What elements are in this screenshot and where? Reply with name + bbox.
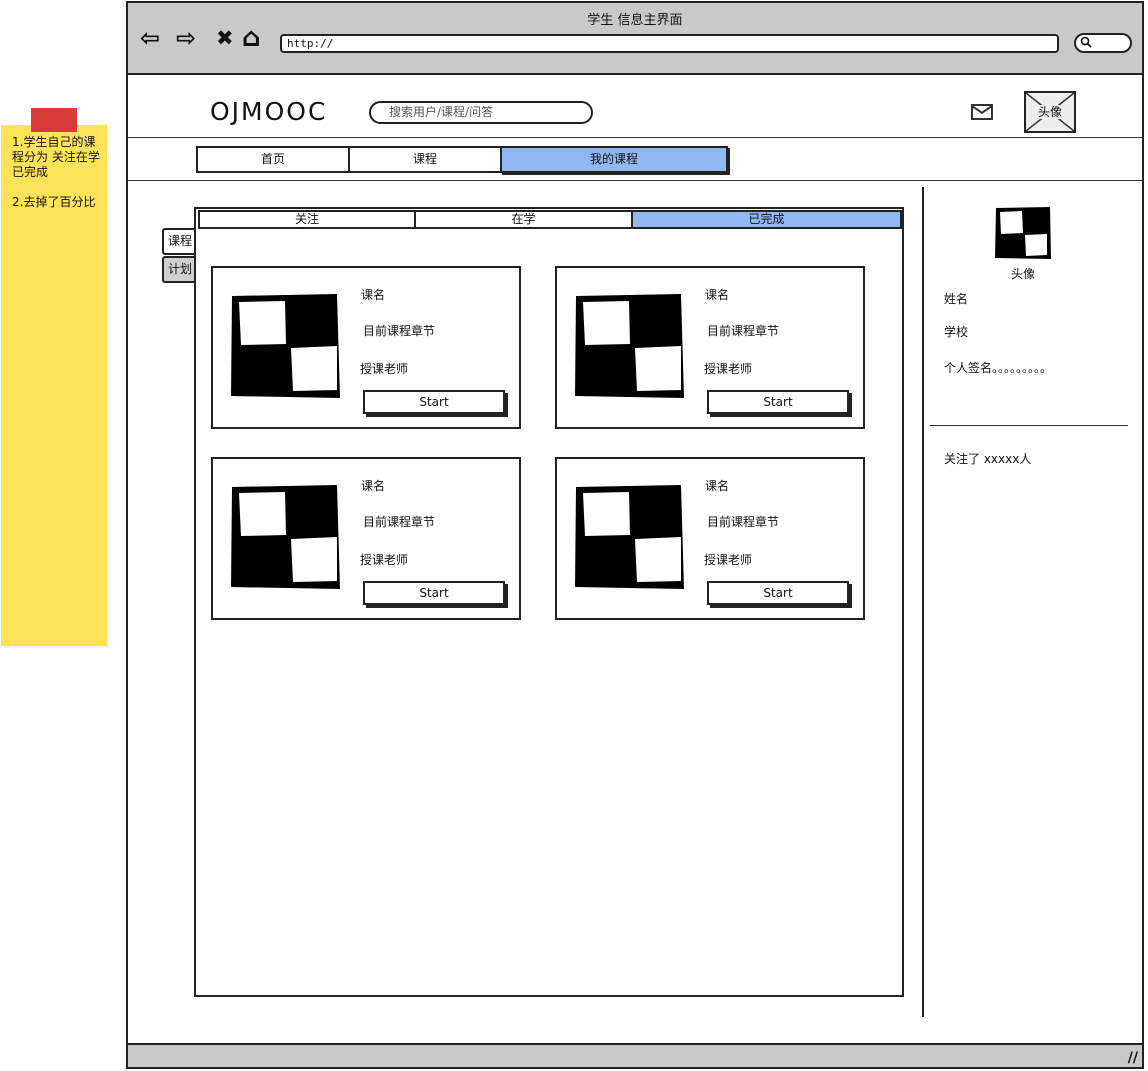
profile-following-count[interactable]: 关注了 xxxxx人: [944, 450, 1031, 467]
profile-school: 学校: [944, 325, 969, 339]
browser-titlebar: 学生 信息主界面 ⇦ ⇨ ✖ ⌂ http://: [128, 3, 1142, 75]
course-teacher: 授课老师: [704, 362, 753, 376]
sidebar-divider: [922, 187, 924, 1017]
course-card[interactable]: 课名 目前课程章节 授课老师 Start: [211, 266, 521, 429]
forward-arrow-icon[interactable]: ⇨: [176, 25, 196, 51]
browser-statusbar: //: [128, 1043, 1142, 1067]
browser-search-box[interactable]: [1074, 33, 1132, 53]
course-image-icon: [231, 294, 340, 398]
app-logo[interactable]: OJMOOC: [210, 97, 327, 126]
header-avatar-label: 头像: [1037, 105, 1062, 119]
site-search-input[interactable]: 搜索用户/课程/问答: [369, 101, 593, 124]
course-card[interactable]: 课名 目前课程章节 授课老师 Start: [555, 457, 865, 620]
course-teacher: 授课老师: [360, 553, 409, 567]
subtab-following[interactable]: 关注: [198, 210, 416, 229]
course-chapter: 目前课程章节: [707, 515, 780, 529]
course-card[interactable]: 课名 目前课程章节 授课老师 Start: [555, 266, 865, 429]
tab-courses[interactable]: 课程: [348, 146, 502, 173]
course-chapter: 目前课程章节: [363, 324, 436, 338]
resize-grip-icon[interactable]: //: [1128, 1050, 1138, 1066]
course-panel: 关注 在学 已完成 课名 目前课程章节 授课老师 Start 课名 目前课程章节: [194, 207, 904, 997]
profile-divider: [930, 425, 1128, 426]
profile-avatar-label: 头像: [1011, 267, 1036, 281]
course-chapter: 目前课程章节: [707, 324, 780, 338]
window-title: 学生 信息主界面: [587, 13, 683, 28]
side-tab-courses[interactable]: 课程: [162, 228, 195, 255]
course-name: 课名: [705, 288, 730, 302]
course-chapter: 目前课程章节: [363, 515, 436, 529]
course-teacher: 授课老师: [704, 553, 753, 567]
course-image-icon: [575, 485, 684, 589]
sticky-note-text: 1.学生自己的课程分为 关注在学 已完成 2.去掉了百分比: [12, 135, 100, 209]
stop-icon[interactable]: ✖: [216, 25, 234, 51]
home-icon[interactable]: ⌂: [242, 25, 261, 51]
course-image-icon: [575, 294, 684, 398]
profile-name: 姓名: [944, 292, 969, 306]
profile-avatar-icon[interactable]: [994, 206, 1052, 260]
header-divider: [128, 137, 1144, 138]
course-card[interactable]: 课名 目前课程章节 授课老师 Start: [211, 457, 521, 620]
back-arrow-icon[interactable]: ⇦: [140, 25, 160, 51]
course-name: 课名: [361, 479, 386, 493]
start-button[interactable]: Start: [363, 390, 505, 414]
side-tab-plan[interactable]: 计划: [162, 256, 195, 283]
start-button[interactable]: Start: [707, 390, 849, 414]
course-image-icon: [231, 485, 340, 589]
course-teacher: 授课老师: [360, 362, 409, 376]
subtab-studying[interactable]: 在学: [414, 210, 633, 229]
header-avatar[interactable]: 头像: [1024, 91, 1076, 133]
course-name: 课名: [361, 288, 386, 302]
mail-icon[interactable]: [971, 104, 993, 120]
profile-signature: 个人签名。。。。。。。。。: [944, 361, 1053, 375]
tab-home[interactable]: 首页: [196, 146, 350, 173]
start-button[interactable]: Start: [363, 581, 505, 605]
course-name: 课名: [705, 479, 730, 493]
tabs-divider: [128, 180, 1144, 181]
start-button[interactable]: Start: [707, 581, 849, 605]
subtab-completed[interactable]: 已完成: [631, 210, 902, 229]
browser-window: 学生 信息主界面 ⇦ ⇨ ✖ ⌂ http:// OJMOOC 搜索用户/课程/…: [126, 1, 1144, 1069]
search-icon: [1080, 36, 1092, 51]
address-bar[interactable]: http://: [280, 34, 1059, 53]
tab-my-courses[interactable]: 我的课程: [500, 146, 728, 173]
sticky-tape: [31, 108, 77, 132]
